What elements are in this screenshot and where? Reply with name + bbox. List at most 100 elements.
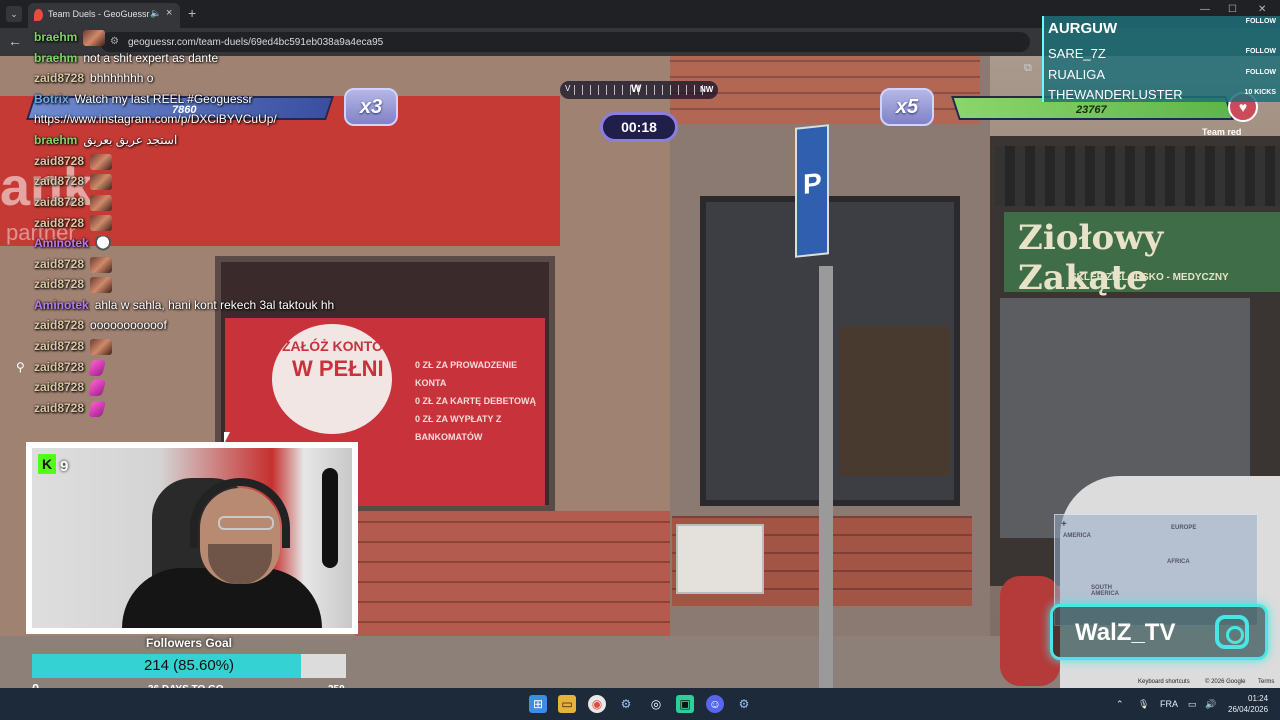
- chat-text: bhhhhhhh o: [90, 71, 154, 86]
- chat-message: zaid8728: [34, 256, 113, 277]
- chat-emote-icon: [83, 30, 106, 46]
- followers-goal-progress: 214 (85.60%): [143, 657, 235, 674]
- speaker-icon[interactable]: 🔈: [150, 8, 161, 19]
- volume-icon[interactable]: 🔊: [1205, 699, 1216, 710]
- herb-poster: [840, 326, 950, 476]
- chat-text: ooooooooooof: [90, 318, 167, 333]
- chat-message: zaid8728 ooooooooooof: [34, 318, 167, 338]
- team-label: Team red: [1202, 127, 1242, 137]
- sign-pole: [819, 266, 833, 688]
- chat-message: braehm استجد عريق بعريق: [34, 133, 177, 153]
- parking-sign: P: [795, 124, 829, 258]
- chat-username[interactable]: zaid8728: [34, 401, 84, 415]
- chat-emote-icon: [87, 380, 107, 397]
- chat-message: braehm not a shit expert as dante: [34, 51, 218, 71]
- terms-link[interactable]: Terms: [1258, 679, 1274, 685]
- cast-icon[interactable]: ⧉: [1024, 62, 1032, 75]
- mouse-cursor-icon: [224, 432, 230, 444]
- file-explorer-icon[interactable]: ▭: [558, 695, 576, 713]
- app-icon[interactable]: ▣: [676, 695, 694, 713]
- zoom-in-icon[interactable]: +: [1061, 519, 1067, 530]
- site-info-icon[interactable]: ⚙: [110, 36, 119, 47]
- recent-events-panel: AURGUW FOLLOW SARE_7Z FOLLOW RUALIGA FOL…: [1042, 16, 1280, 102]
- chat-text: https://www.instagram.com/p/DXCiBYVCuUp/: [34, 112, 277, 127]
- chat-username[interactable]: braehm: [34, 133, 77, 147]
- url-text[interactable]: geoguessr.com/team-duels/69ed4bc591eb038…: [128, 37, 383, 48]
- steam-icon-2[interactable]: ⚙: [735, 695, 753, 713]
- microphone: [322, 468, 338, 568]
- chat-message: zaid8728: [34, 400, 107, 421]
- chat-username[interactable]: zaid8728: [34, 174, 84, 188]
- tab-search-icon[interactable]: ⌄: [6, 6, 22, 22]
- chat-username[interactable]: Aminotek: [34, 236, 89, 250]
- chat-message: zaid8728: [34, 153, 113, 174]
- chat-username[interactable]: zaid8728: [34, 216, 84, 230]
- poster-item: 0 ZŁ ZA WYPŁATY Z BANKOMATÓW: [415, 414, 502, 442]
- streamer-branding: WalZ_TV: [1050, 604, 1268, 660]
- chat-username[interactable]: zaid8728: [34, 277, 84, 291]
- chat-username[interactable]: zaid8728: [34, 195, 84, 209]
- new-tab-icon[interactable]: +: [188, 5, 196, 21]
- chat-message: zaid8728: [34, 359, 107, 380]
- chat-username[interactable]: zaid8728: [34, 154, 84, 168]
- chat-message: Aminotek ahla w sahla, hani kont rekech 3…: [34, 298, 334, 318]
- keyboard-shortcuts-link[interactable]: Keyboard shortcuts: [1138, 679, 1190, 685]
- chat-emote-icon: [90, 194, 113, 211]
- round-timer: 00:18: [600, 112, 678, 142]
- chat-username[interactable]: zaid8728: [34, 380, 84, 394]
- chat-text: ahla w sahla, hani kont rekech 3al takto…: [94, 297, 335, 312]
- poster-item: 0 ZŁ ZA PROWADZENIE KONTA: [415, 360, 518, 388]
- tab-geoguessr[interactable]: Team Duels - GeoGuessr 🔈 ×: [28, 3, 180, 28]
- map-label-south-america: SOUTH AMERICA: [1091, 585, 1119, 597]
- red-team-multiplier: x5: [880, 88, 934, 126]
- streamer-name: WalZ_TV: [1075, 619, 1176, 646]
- map-copyright: © 2026 Google: [1205, 679, 1246, 685]
- chat-username[interactable]: braehm: [34, 30, 77, 44]
- chat-username[interactable]: Aminotek: [34, 298, 89, 312]
- obs-icon[interactable]: ◎: [647, 695, 665, 713]
- close-window-icon[interactable]: ✕: [1258, 4, 1266, 15]
- minimize-icon[interactable]: —: [1200, 4, 1210, 15]
- chat-message: braehm: [34, 30, 106, 50]
- steam-icon[interactable]: ⚙: [617, 695, 635, 713]
- chat-text: استجد عريق بعريق: [83, 133, 178, 147]
- event-name: RUALIGA: [1048, 67, 1106, 82]
- compass: V W NW: [560, 81, 718, 99]
- chat-username[interactable]: Botrix: [34, 92, 69, 106]
- discord-icon[interactable]: ☺: [706, 695, 724, 713]
- chrome-icon[interactable]: ◉: [588, 695, 606, 713]
- chat-username[interactable]: braehm: [34, 51, 77, 65]
- chat-username[interactable]: zaid8728: [34, 318, 84, 332]
- herbal-shop-sub: SKLEP ZIELARSKO - MEDYCZNY: [1070, 272, 1229, 283]
- clock-time: 01:24: [1248, 694, 1269, 703]
- map-label-europe: EUROPE: [1171, 525, 1197, 531]
- chat-emote-icon: [87, 400, 107, 417]
- red-team-score: 23767: [1076, 104, 1107, 116]
- followers-goal-title: Followers Goal: [146, 636, 233, 650]
- chat-emote-icon: [90, 256, 113, 273]
- chat-message: zaid8728: [34, 380, 107, 400]
- chat-emote-icon: [90, 215, 113, 232]
- back-arrow-icon[interactable]: ←: [8, 33, 22, 49]
- blue-team-multiplier: x3: [344, 88, 398, 126]
- maximize-icon[interactable]: ☐: [1228, 4, 1237, 15]
- poster-item: 0 ZŁ ZA KARTĘ DEBETOWĄ: [415, 396, 536, 406]
- microphone-tray-icon[interactable]: 🎙: [1138, 699, 1149, 710]
- chat-emote-icon: [90, 277, 113, 294]
- network-icon[interactable]: ▭: [1188, 699, 1197, 710]
- windows-start-icon[interactable]: ⊞: [529, 695, 547, 713]
- chat-message: https://www.instagram.com/p/DXCiBYVCuUp/: [34, 112, 277, 132]
- electric-box: [676, 524, 764, 594]
- language-indicator[interactable]: FRA: [1160, 699, 1178, 709]
- chat-message: Aminotek: [34, 236, 111, 256]
- awning: [995, 146, 1280, 206]
- system-clock[interactable]: 01:24 26/04/2026: [1228, 693, 1268, 715]
- side-panel-icon[interactable]: ⚲: [16, 360, 25, 374]
- tray-chevron-icon[interactable]: ⌃: [1116, 699, 1124, 710]
- close-tab-icon[interactable]: ×: [166, 7, 172, 19]
- chat-username[interactable]: zaid8728: [34, 360, 84, 374]
- chat-username[interactable]: zaid8728: [34, 71, 84, 85]
- chat-username[interactable]: zaid8728: [34, 257, 84, 271]
- event-name: SARE_7Z: [1048, 46, 1106, 61]
- chat-username[interactable]: zaid8728: [34, 339, 84, 353]
